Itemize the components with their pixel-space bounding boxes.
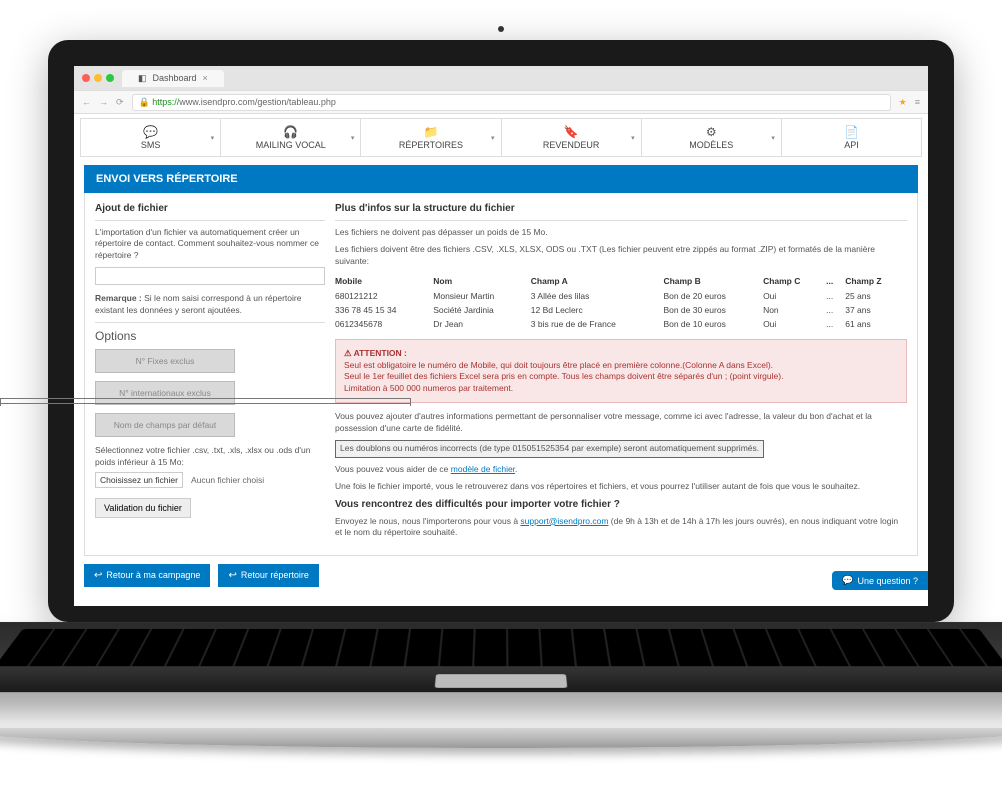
laptop-trackpad (435, 674, 568, 688)
table-header: Nom (433, 273, 531, 289)
support-email-link[interactable]: support@isendpro.com (520, 516, 608, 526)
table-row: 0612345678Dr Jean3 bis rue de de FranceB… (335, 317, 907, 331)
bookmark-icon: 🔖 (502, 125, 641, 139)
bookmark-icon[interactable]: ★ (899, 97, 907, 108)
url-path: www.isendpro.com/gestion/tableau.php (179, 97, 336, 107)
nav-sms[interactable]: 💬SMS ▾ (81, 119, 221, 156)
file-status: Aucun fichier choisi (191, 475, 264, 485)
attention-alert: ⚠ ATTENTION : Seul est obligatoire le nu… (335, 339, 907, 403)
browser-tab[interactable]: ◧ Dashboard × (122, 70, 224, 87)
main-nav: 💬SMS ▾ 🎧MAILING VOCAL ▾ 📁RÉPERTOIRES ▾ 🔖REV… (80, 118, 922, 157)
external-callout-line (0, 398, 410, 404)
table-header: Champ C (763, 273, 826, 289)
nav-label: MODÈLES (689, 140, 733, 150)
nav-label: API (844, 140, 859, 150)
chat-icon: 💬 (842, 575, 853, 586)
nav-label: SMS (141, 140, 161, 150)
support-text: Envoyez le nous, nous l'importerons pour… (335, 516, 907, 539)
table-header: Champ A (531, 273, 664, 289)
window-controls[interactable] (74, 74, 122, 82)
back-to-directory-button[interactable]: ↩Retour répertoire (218, 564, 318, 587)
reload-icon[interactable]: ⟳ (116, 97, 124, 108)
file-format-text: Les fichiers doivent être des fichiers .… (335, 244, 907, 267)
add-file-heading: Ajout de fichier (95, 203, 325, 214)
sms-icon: 💬 (81, 125, 220, 139)
laptop-front-edge (0, 728, 1002, 748)
chevron-down-icon: ▾ (351, 134, 355, 142)
validate-file-button[interactable]: Validation du fichier (95, 498, 191, 518)
nav-label: RÉPERTOIRES (399, 140, 463, 150)
example-table: MobileNomChamp AChamp BChamp C...Champ Z… (335, 273, 907, 331)
close-tab-icon[interactable]: × (203, 73, 208, 83)
address-bar[interactable]: 🔒 https://www.isendpro.com/gestion/table… (132, 94, 891, 111)
table-header: ... (826, 273, 845, 289)
option-default-fieldnames[interactable]: Nom de champs par défaut (95, 413, 235, 437)
laptop-keyboard (0, 622, 1002, 692)
chevron-down-icon: ▾ (211, 134, 215, 142)
table-header: Champ Z (845, 273, 907, 289)
trouble-heading: Vous rencontrez des difficultés pour imp… (335, 499, 907, 510)
lock-icon: 🔒 (139, 97, 150, 107)
file-size-text: Les fichiers ne doivent pas dépasser un … (335, 227, 907, 238)
document-icon: 📄 (782, 125, 921, 139)
menu-icon[interactable]: ≡ (915, 97, 920, 107)
nav-mailing-vocal[interactable]: 🎧MAILING VOCAL ▾ (221, 119, 361, 156)
maximize-window-icon[interactable] (106, 74, 114, 82)
back-arrow-icon: ↩ (228, 570, 236, 581)
url-protocol: https:// (152, 97, 179, 107)
directory-name-input[interactable] (95, 267, 325, 285)
chevron-down-icon: ▾ (491, 134, 495, 142)
nav-repertoires[interactable]: 📁RÉPERTOIRES ▾ (361, 119, 501, 156)
headset-icon: 🎧 (221, 125, 360, 139)
file-info-heading: Plus d'infos sur la structure du fichier (335, 203, 907, 214)
file-template-link[interactable]: modèle de fichier (451, 464, 515, 474)
option-fixes-exclus[interactable]: N° Fixes exclus (95, 349, 235, 373)
laptop-mockup: ◧ Dashboard × ← → ⟳ 🔒 https://www.isendp… (48, 40, 954, 748)
choose-file-button[interactable]: Choisissez un fichier (95, 472, 183, 488)
warning-icon: ⚠ (344, 348, 352, 358)
browser-chrome: ◧ Dashboard × ← → ⟳ 🔒 https://www.isendp… (74, 66, 928, 114)
nav-label: REVENDEUR (543, 140, 600, 150)
chevron-down-icon: ▾ (631, 134, 635, 142)
page-title: ENVOI VERS RÉPERTOIRE (84, 165, 918, 193)
chevron-down-icon: ▾ (771, 134, 775, 142)
template-link-text: Vous pouvez vous aider de ce modèle de f… (335, 464, 907, 475)
gear-icon: ⚙ (642, 125, 781, 139)
options-heading: Options (95, 329, 325, 343)
file-select-help: Sélectionnez votre fichier .csv, .txt, .… (95, 445, 325, 468)
remark-text: Remarque : Si le nom saisi correspond à … (95, 293, 325, 316)
tab-title: Dashboard (153, 73, 197, 83)
after-import-text: Une fois le fichier importé, vous le ret… (335, 481, 907, 492)
personalize-text: Vous pouvez ajouter d'autres information… (335, 411, 907, 434)
minimize-window-icon[interactable] (94, 74, 102, 82)
back-arrow-icon: ↩ (94, 570, 102, 581)
back-icon[interactable]: ← (82, 97, 91, 107)
duplicate-removal-callout: Les doublons ou numéros incorrects (de t… (335, 440, 764, 457)
table-header: Mobile (335, 273, 433, 289)
table-row: 680121212Monsieur Martin3 Allée des lila… (335, 289, 907, 303)
nav-revendeur[interactable]: 🔖REVENDEUR ▾ (502, 119, 642, 156)
tab-favicon: ◧ (138, 73, 147, 84)
table-row: 336 78 45 15 34Société Jardinia12 Bd Lec… (335, 303, 907, 317)
forward-icon[interactable]: → (99, 97, 108, 107)
nav-api[interactable]: 📄API (782, 119, 921, 156)
intro-text: L'importation d'un fichier va automatiqu… (95, 227, 325, 261)
back-to-campaign-button[interactable]: ↩Retour à ma campagne (84, 564, 210, 587)
folder-icon: 📁 (361, 125, 500, 139)
close-window-icon[interactable] (82, 74, 90, 82)
nav-modeles[interactable]: ⚙MODÈLES ▾ (642, 119, 782, 156)
table-header: Champ B (663, 273, 763, 289)
help-question-tab[interactable]: 💬 Une question ? (832, 571, 928, 590)
laptop-camera (498, 26, 504, 32)
nav-label: MAILING VOCAL (256, 140, 326, 150)
